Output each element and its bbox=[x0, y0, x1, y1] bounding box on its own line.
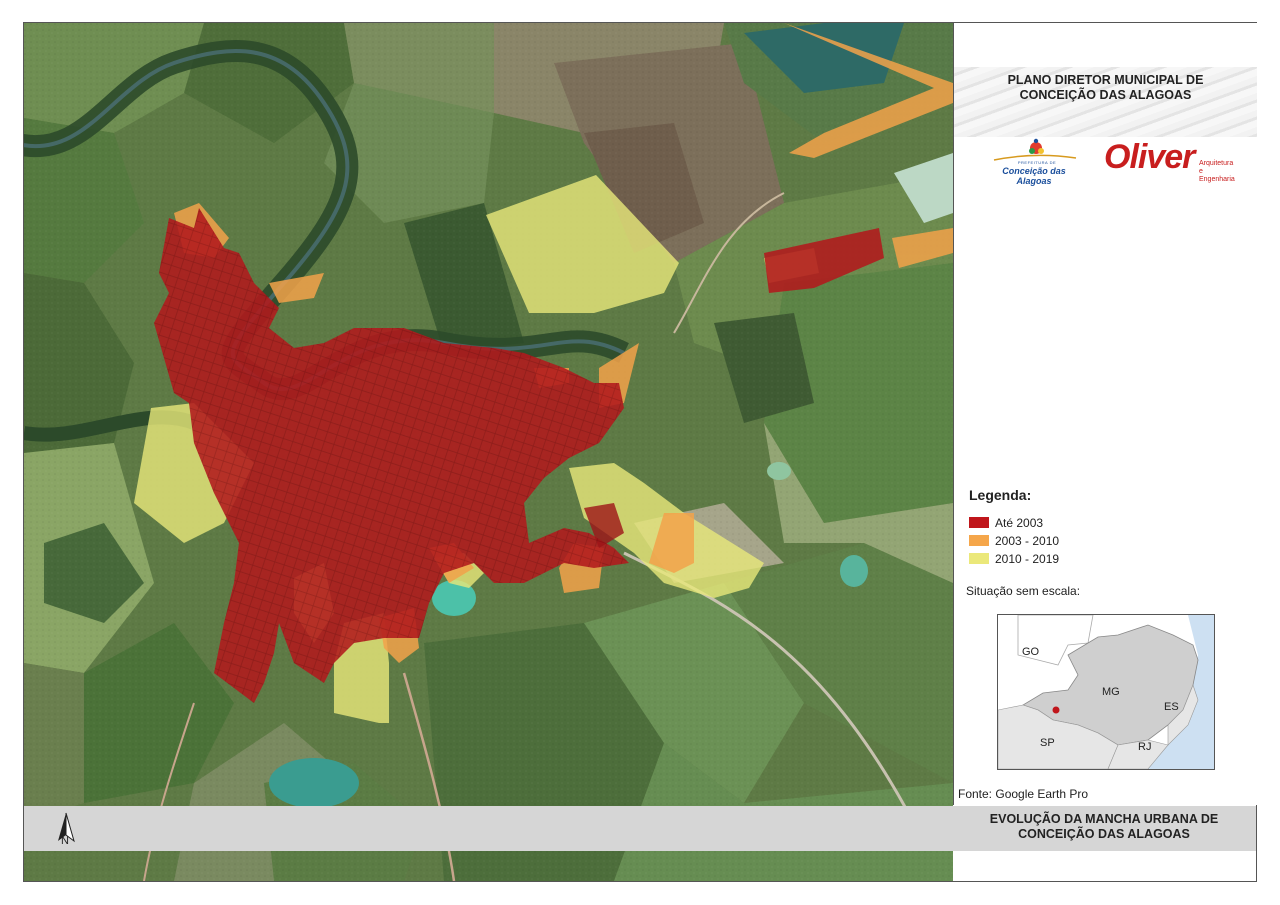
state-locator-map: GO MG ES SP RJ bbox=[998, 615, 1214, 769]
plan-title-line1: PLANO DIRETOR MUNICIPAL DE bbox=[1007, 73, 1204, 87]
legend-label: Até 2003 bbox=[995, 516, 1044, 530]
prefeitura-small-text: PREFEITURA DE bbox=[1017, 160, 1057, 165]
prefeitura-emblem-icon bbox=[993, 138, 1077, 161]
legend-label: 2010 - 2019 bbox=[995, 552, 1060, 566]
source-note: Fonte: Google Earth Pro bbox=[958, 787, 1089, 801]
map-title-line1: EVOLUÇÃO DA MANCHA URBANA DE bbox=[989, 812, 1219, 826]
oliver-name: Oliver bbox=[1104, 138, 1195, 176]
state-label-go: GO bbox=[1022, 646, 1040, 658]
north-label: N bbox=[61, 835, 69, 847]
legend-swatch-yellow bbox=[969, 553, 989, 564]
municipality-marker bbox=[1052, 706, 1060, 714]
legend-swatch-red bbox=[969, 517, 989, 528]
state-label-rj: RJ bbox=[1138, 741, 1151, 753]
sidebar-panel: PLANO DIRETOR MUNICIPAL DE CONCEIÇÃO DAS… bbox=[953, 23, 1257, 805]
oliver-subtitle: Arquitetura e Engenharia bbox=[1199, 160, 1235, 184]
footer-bar: N EVOLUÇÃO DA MANCHA URBANA DE CONCEIÇÃO… bbox=[24, 806, 1256, 851]
oliver-logo: Oliver Arquitetura e Engenharia bbox=[1104, 138, 1235, 184]
legend-title: Legenda: bbox=[969, 487, 1032, 503]
plan-title-line2: CONCEIÇÃO DAS ALAGOAS bbox=[1019, 88, 1192, 102]
plan-title: PLANO DIRETOR MUNICIPAL DE CONCEIÇÃO DAS… bbox=[954, 73, 1257, 103]
satellite-map[interactable] bbox=[24, 23, 953, 881]
legend-swatch-orange bbox=[969, 535, 989, 546]
oliver-sub-line1: Arquitetura e bbox=[1199, 160, 1234, 175]
map-title-line2: CONCEIÇÃO DAS ALAGOAS bbox=[1018, 827, 1190, 841]
situation-title: Situação sem escala: bbox=[966, 584, 1081, 598]
prefeitura-name: Conceição das Alagoas bbox=[1002, 166, 1066, 186]
situation-inset-map: GO MG ES SP RJ bbox=[997, 614, 1215, 770]
map-title: EVOLUÇÃO DA MANCHA URBANA DE CONCEIÇÃO D… bbox=[954, 812, 1254, 842]
state-label-mg: MG bbox=[1102, 686, 1120, 698]
state-label-sp: SP bbox=[1040, 737, 1055, 749]
oliver-sub-line2: Engenharia bbox=[1199, 176, 1235, 183]
prefeitura-logo: PREFEITURA DE Conceição das Alagoas bbox=[984, 138, 1084, 186]
map-canvas bbox=[24, 23, 953, 881]
state-label-es: ES bbox=[1164, 701, 1179, 713]
legend-label: 2003 - 2010 bbox=[995, 534, 1060, 548]
